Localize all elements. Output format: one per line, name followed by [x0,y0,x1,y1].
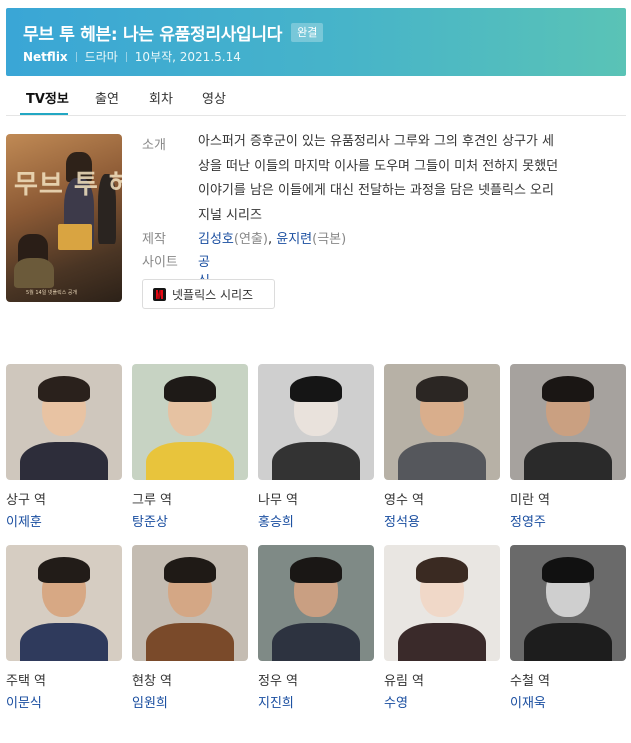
cast-photo[interactable] [132,364,248,480]
program-title[interactable]: 무브 투 헤븐: 나는 유품정리사입니다 [23,20,282,45]
photo-hair-shape [416,557,468,583]
photo-body-shape [524,442,612,480]
cast-role: 정우 역 [258,674,299,689]
photo-body-shape [398,623,486,661]
site-label: 사이트 [142,255,178,270]
photo-body-shape [20,623,108,661]
status-badge: 완결 [291,23,324,42]
cast-actor-link[interactable]: 이재욱 [510,692,546,711]
photo-body-shape [272,623,360,661]
synopsis-line: 지널 시리즈 [198,207,262,223]
photo-body-shape [524,623,612,661]
cast-card[interactable]: 주택 역이문식 [6,545,122,711]
cast-photo[interactable] [384,364,500,480]
cast-actor-link[interactable]: 홍승희 [258,511,294,530]
tab-cast[interactable]: 출연 [95,88,119,107]
cast-actor-link[interactable]: 탕준상 [132,511,168,530]
cast-card[interactable]: 미란 역정영주 [510,364,626,530]
cast-photo[interactable] [510,545,626,661]
cast-card[interactable]: 현창 역임원희 [132,545,248,711]
tab-bar: TV정보 출연 회차 영상 [6,76,626,116]
cast-role: 영수 역 [384,493,425,508]
synopsis-line: 아스퍼거 증후군이 있는 유품정리사 그루와 그의 후견인 상구가 세 [198,134,554,149]
active-tab-indicator [20,113,68,115]
cast-photo[interactable] [384,545,500,661]
photo-body-shape [146,442,234,480]
cast-photo[interactable] [258,364,374,480]
photo-hair-shape [542,557,594,583]
photo-body-shape [398,442,486,480]
cast-actor-link[interactable]: 이문식 [6,692,42,711]
cast-card[interactable]: 수철 역이재욱 [510,545,626,711]
cast-actor-link[interactable]: 수영 [384,692,408,711]
tab-tv-info[interactable]: TV정보 [26,88,69,107]
cast-actor-link[interactable]: 임원희 [132,692,168,711]
title-row: 무브 투 헤븐: 나는 유품정리사입니다 완결 [23,20,324,45]
photo-body-shape [20,442,108,480]
cast-role: 현창 역 [132,674,173,689]
synopsis-text: 아스퍼거 증후군이 있는 유품정리사 그루와 그의 후견인 상구가 세 상을 떠… [198,130,628,228]
poster-subtext: 5월 14일 넷플릭스 공개 [26,290,78,296]
cast-actor-link[interactable]: 정영주 [510,511,546,530]
tab-videos[interactable]: 영상 [202,88,226,107]
photo-hair-shape [290,557,342,583]
cast-role: 미란 역 [510,493,551,508]
photo-hair-shape [164,376,216,402]
photo-hair-shape [164,557,216,583]
tab-episodes[interactable]: 회차 [149,88,173,107]
cast-card[interactable]: 영수 역정석용 [384,364,500,530]
cast-actor-link[interactable]: 정석용 [384,511,420,530]
photo-hair-shape [38,557,90,583]
production-value: 김성호(연출), 윤지련(극본) [198,228,346,247]
cast-photo[interactable] [6,364,122,480]
cast-photo[interactable] [510,364,626,480]
poster-figure [14,258,54,288]
genre: 드라마 [84,50,118,64]
poster-image[interactable]: 무브 투 헤븐 5월 14일 넷플릭스 공개 [6,134,122,302]
credit-separator: , [267,232,273,247]
photo-hair-shape [542,376,594,402]
netflix-series-label: 넷플릭스 시리즈 [172,287,254,302]
synopsis-label: 소개 [142,138,166,153]
photo-body-shape [146,623,234,661]
episodes-date: 10부작, 2021.5.14 [134,50,241,64]
photo-hair-shape [290,376,342,402]
synopsis-line: 이야기를 남은 이들에게 대신 전달하는 과정을 담은 넷플릭스 오리 [198,183,554,199]
synopsis-line: 상을 떠난 이들의 마지막 이사를 도우며 그들이 미처 전하지 못했던 [198,158,559,174]
cast-card[interactable]: 상구 역이제훈 [6,364,122,530]
photo-body-shape [272,442,360,480]
cast-card[interactable]: 그루 역탕준상 [132,364,248,530]
cast-card[interactable]: 나무 역홍승희 [258,364,374,530]
cast-card[interactable]: 유림 역수영 [384,545,500,711]
writer-link[interactable]: 윤지련 [276,232,312,247]
director-link[interactable]: 김성호 [198,232,234,247]
cast-photo[interactable] [132,545,248,661]
cast-card[interactable]: 정우 역지진희 [258,545,374,711]
cast-photo[interactable] [258,545,374,661]
program-meta: Netflix 드라마 10부작, 2021.5.14 [23,48,241,65]
cast-actor-link[interactable]: 지진희 [258,692,294,711]
cast-role: 상구 역 [6,493,47,508]
production-label: 제작 [142,232,166,247]
cast-role: 유림 역 [384,674,425,689]
meta-divider [75,51,77,62]
cast-role: 나무 역 [258,493,299,508]
director-role: (연출) [233,232,268,247]
meta-divider [125,51,127,62]
netflix-icon [153,287,166,301]
network-name: Netflix [23,49,68,64]
cast-photo[interactable] [6,545,122,661]
poster-title: 무브 투 헤븐 [14,170,122,200]
photo-hair-shape [416,376,468,402]
program-header: 무브 투 헤븐: 나는 유품정리사입니다 완결 Netflix 드라마 10부작… [6,8,626,76]
cast-role: 주택 역 [6,674,47,689]
cast-actor-link[interactable]: 이제훈 [6,511,42,530]
cast-role: 수철 역 [510,674,551,689]
writer-role: (극본) [312,232,347,247]
cast-role: 그루 역 [132,493,173,508]
photo-hair-shape [38,376,90,402]
poster-box [58,224,92,250]
netflix-series-button[interactable]: 넷플릭스 시리즈 [142,279,275,309]
